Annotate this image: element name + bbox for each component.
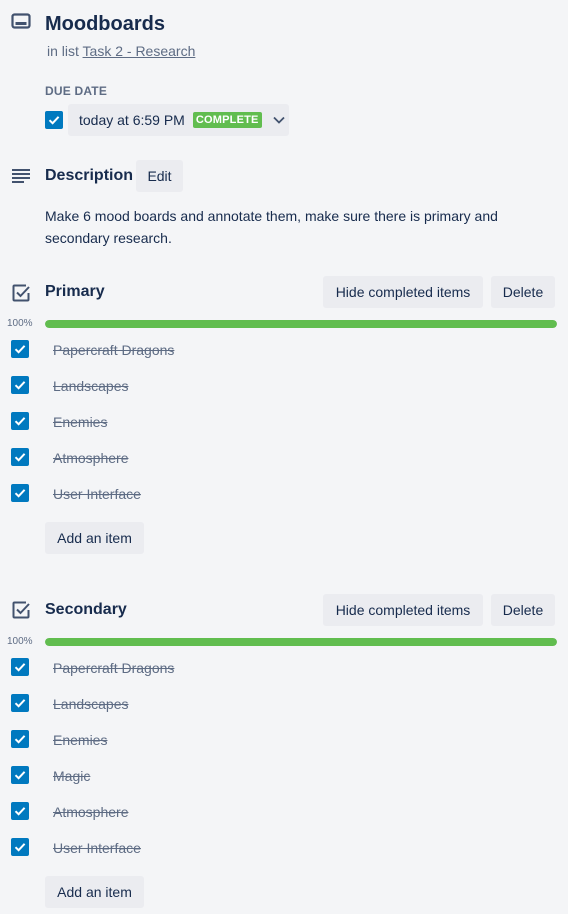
- checkmark-icon: [14, 453, 26, 462]
- checklist-item-text[interactable]: User Interface: [53, 840, 141, 856]
- add-item-button[interactable]: Add an item: [45, 522, 144, 554]
- checkmark-icon: [14, 489, 26, 498]
- checkmark-icon: [14, 771, 26, 780]
- progress-bar-fill: [45, 638, 557, 646]
- checklist-item-checkbox[interactable]: [11, 730, 29, 748]
- due-complete-checkbox[interactable]: [45, 111, 63, 129]
- due-date-label: DUE DATE: [45, 84, 108, 98]
- checklist-item-checkbox[interactable]: [11, 694, 29, 712]
- progress-bar-fill: [45, 320, 557, 328]
- progress-bar: [45, 638, 557, 646]
- checklist-item-text[interactable]: Landscapes: [53, 378, 129, 394]
- checklist-item-text[interactable]: Magic: [53, 768, 90, 784]
- checklist-item-text[interactable]: Papercraft Dragons: [53, 342, 174, 358]
- chevron-down-icon: [272, 116, 285, 124]
- checklist-item-text[interactable]: Enemies: [53, 732, 107, 748]
- status-badge: COMPLETE: [192, 112, 262, 128]
- hide-completed-button[interactable]: Hide completed items: [323, 276, 483, 308]
- checklist-item-checkbox[interactable]: [11, 448, 29, 466]
- checkmark-icon: [14, 381, 26, 390]
- checklist-item-checkbox[interactable]: [11, 412, 29, 430]
- description-title: Description: [45, 167, 134, 184]
- due-date-button[interactable]: today at 6:59 PM COMPLETE: [68, 104, 289, 136]
- checklist-item-text[interactable]: User Interface: [53, 486, 141, 502]
- description-edit-button[interactable]: Edit: [136, 160, 183, 192]
- checklist-item-text[interactable]: Enemies: [53, 414, 107, 430]
- checklist-title: Primary: [45, 283, 105, 300]
- delete-checklist-button[interactable]: Delete: [491, 276, 555, 308]
- checklist-item-checkbox[interactable]: [11, 838, 29, 856]
- in-list-prefix: in list: [47, 43, 79, 59]
- checklist-icon: [12, 601, 30, 619]
- checklist-item-checkbox[interactable]: [11, 340, 29, 358]
- progress-bar: [45, 320, 557, 328]
- due-datetime: today at 6:59 PM: [79, 112, 185, 128]
- checklist-item-checkbox[interactable]: [11, 802, 29, 820]
- checklist-item-checkbox[interactable]: [11, 766, 29, 784]
- progress-percent: 100%: [7, 636, 33, 647]
- checklist-item-text[interactable]: Atmosphere: [53, 450, 128, 466]
- checkmark-icon: [14, 735, 26, 744]
- checkmark-icon: [14, 345, 26, 354]
- checkmark-icon: [48, 116, 60, 125]
- checklist-item-text[interactable]: Papercraft Dragons: [53, 660, 174, 676]
- description-icon: [12, 169, 30, 183]
- checkmark-icon: [14, 807, 26, 816]
- list-breadcrumb: in list Task 2 - Research: [47, 42, 195, 60]
- list-link[interactable]: Task 2 - Research: [83, 43, 196, 59]
- checklist-item-text[interactable]: Atmosphere: [53, 804, 128, 820]
- checkmark-icon: [14, 417, 26, 426]
- card-icon: [11, 13, 31, 29]
- checklist-title: Secondary: [45, 601, 127, 618]
- hide-completed-button[interactable]: Hide completed items: [323, 594, 483, 626]
- checklist-item-text[interactable]: Landscapes: [53, 696, 129, 712]
- progress-percent: 100%: [7, 318, 33, 329]
- add-item-button[interactable]: Add an item: [45, 876, 144, 908]
- checkmark-icon: [14, 663, 26, 672]
- checklist-item-checkbox[interactable]: [11, 484, 29, 502]
- checklist-item-checkbox[interactable]: [11, 658, 29, 676]
- description-text: Make 6 mood boards and annotate them, ma…: [45, 208, 498, 246]
- checklist-item-checkbox[interactable]: [11, 376, 29, 394]
- checkmark-icon: [14, 843, 26, 852]
- card-title: Moodboards: [45, 13, 165, 35]
- checkmark-icon: [14, 699, 26, 708]
- checklist-icon: [12, 284, 30, 302]
- delete-checklist-button[interactable]: Delete: [491, 594, 555, 626]
